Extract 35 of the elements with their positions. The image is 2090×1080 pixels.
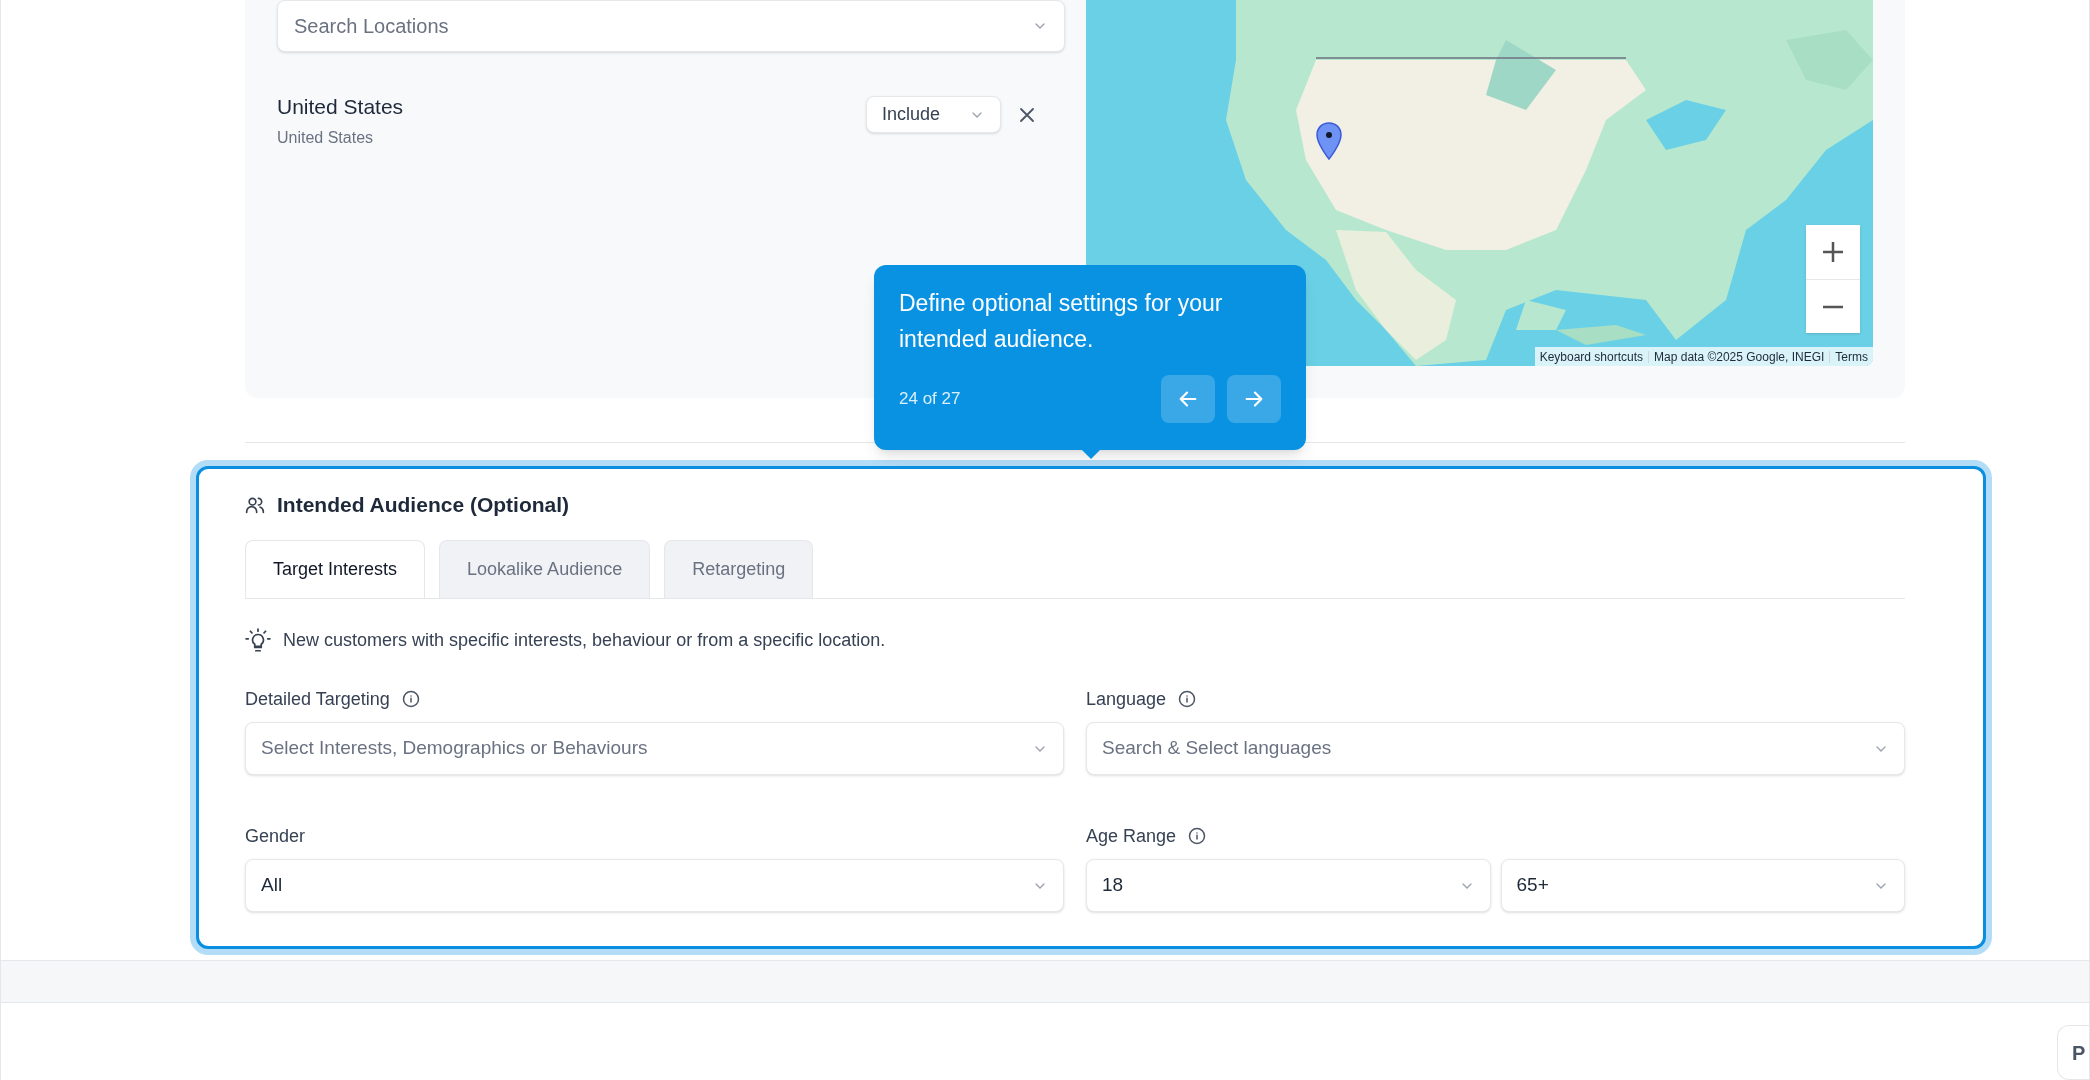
tooltip-text: Define optional settings for your intended audience. (899, 289, 1224, 354)
include-dropdown[interactable]: Include (866, 96, 1001, 133)
location-name: United States (277, 94, 404, 120)
info-icon[interactable] (1178, 690, 1197, 708)
map-attribution-link[interactable]: Keyboard shortcuts (1534, 350, 1649, 363)
select-field[interactable]: Search & Select languages (1086, 722, 1905, 775)
location-subtitle: United States (277, 128, 375, 148)
field-label: Gender (245, 824, 306, 848)
select-field[interactable]: 65+ (1500, 859, 1905, 912)
tab[interactable]: Target Interests (245, 540, 426, 598)
select-field[interactable]: 18 (1086, 859, 1491, 912)
map-attribution-link[interactable]: Terms (1829, 350, 1873, 363)
plus-icon (1822, 241, 1844, 263)
hint-text: New customers with specific interests, behaviour or from a specific location. (283, 629, 886, 652)
map-pin-icon (1316, 122, 1342, 160)
previous-button[interactable] (1161, 375, 1215, 423)
field-label: Age Range (1086, 824, 1177, 848)
section-title: Intended Audience (Optional) (277, 492, 570, 519)
info-icon[interactable] (1188, 827, 1207, 845)
close-icon[interactable] (1019, 106, 1035, 123)
select-field[interactable]: All (245, 859, 1064, 912)
info-icon[interactable] (401, 690, 420, 708)
step-counter: 24 of 27 (899, 388, 961, 411)
users-icon (245, 495, 265, 515)
search-field[interactable]: Search Locations (277, 0, 1065, 52)
tab[interactable]: Lookalike Audience (439, 540, 651, 598)
field-label: Language (1086, 687, 1167, 711)
next-button[interactable] (1227, 375, 1281, 423)
map-attribution-link[interactable]: Map data ©2025 Google, INEGI (1648, 350, 1830, 363)
select-field[interactable]: Select Interests, Demographics or Behaviours (245, 722, 1064, 775)
tab[interactable]: Retargeting (664, 540, 814, 598)
lightbulb-icon (245, 627, 271, 654)
field-label: Detailed Targeting (245, 687, 390, 711)
minus-icon (1822, 304, 1844, 309)
footer-button[interactable]: P (2057, 1025, 2089, 1080)
